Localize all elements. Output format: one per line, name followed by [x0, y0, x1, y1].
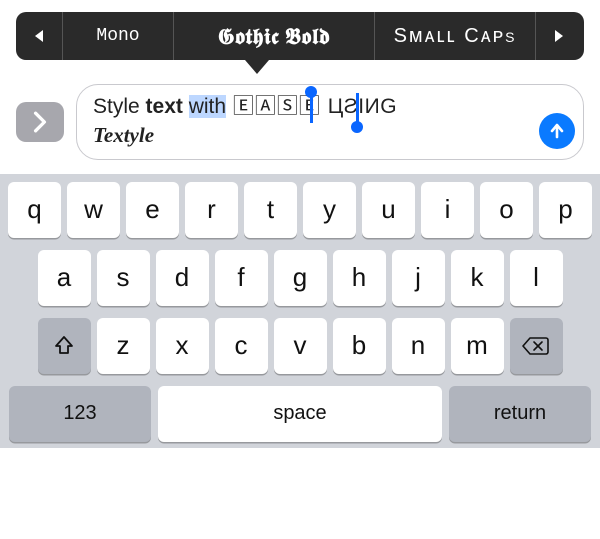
text-segment-brand: Textyle — [93, 123, 154, 147]
backspace-icon — [522, 336, 550, 356]
key-u[interactable]: u — [362, 182, 415, 238]
key-d[interactable]: d — [156, 250, 209, 306]
chevron-right-icon — [32, 111, 48, 133]
text-segment-fancy: ЦƧIИG — [328, 95, 397, 118]
key-shift[interactable] — [38, 318, 91, 374]
key-r[interactable]: r — [185, 182, 238, 238]
selection-caret-right[interactable] — [356, 93, 359, 123]
arrow-up-icon — [548, 122, 566, 140]
compose-input[interactable]: Style text with 🄴🄰🅂🄴 ЦƧIИG Textyle — [76, 84, 584, 160]
apps-button[interactable] — [16, 102, 64, 142]
key-space[interactable]: space — [158, 386, 442, 442]
picker-next-button[interactable] — [536, 12, 582, 60]
picker-prev-button[interactable] — [16, 12, 62, 60]
key-e[interactable]: e — [126, 182, 179, 238]
key-q[interactable]: q — [8, 182, 61, 238]
triangle-right-icon — [552, 28, 566, 44]
triangle-left-icon — [32, 28, 46, 44]
key-numbers[interactable]: 123 — [9, 386, 151, 442]
key-s[interactable]: s — [97, 250, 150, 306]
key-c[interactable]: c — [215, 318, 268, 374]
picker-item-mono[interactable]: Mono — [63, 12, 173, 60]
key-n[interactable]: n — [392, 318, 445, 374]
key-y[interactable]: y — [303, 182, 356, 238]
key-x[interactable]: x — [156, 318, 209, 374]
picker-tail-icon — [245, 60, 269, 74]
key-i[interactable]: i — [421, 182, 474, 238]
key-backspace[interactable] — [510, 318, 563, 374]
shift-icon — [52, 334, 76, 358]
key-g[interactable]: g — [274, 250, 327, 306]
key-w[interactable]: w — [67, 182, 120, 238]
key-o[interactable]: o — [480, 182, 533, 238]
key-k[interactable]: k — [451, 250, 504, 306]
selection-handle-end[interactable] — [351, 121, 363, 133]
picker-item-gothic-bold[interactable]: 𝕲𝖔𝖙𝖍𝖎𝖈 𝕭𝖔𝖑𝖉 — [174, 12, 374, 60]
text-segment-selected[interactable]: with — [189, 95, 226, 118]
key-p[interactable]: p — [539, 182, 592, 238]
key-v[interactable]: v — [274, 318, 327, 374]
style-picker: Mono 𝕲𝖔𝖙𝖍𝖎𝖈 𝕭𝖔𝖑𝖉 Sᴍᴀʟʟ Cᴀᴘs — [16, 12, 584, 60]
key-h[interactable]: h — [333, 250, 386, 306]
key-t[interactable]: t — [244, 182, 297, 238]
keyboard: q w e r t y u i o p a s d f g h j k l z … — [0, 174, 600, 448]
selection-handle-start[interactable] — [305, 86, 317, 98]
send-button[interactable] — [539, 113, 575, 149]
key-z[interactable]: z — [97, 318, 150, 374]
key-m[interactable]: m — [451, 318, 504, 374]
picker-item-small-caps[interactable]: Sᴍᴀʟʟ Cᴀᴘs — [375, 12, 535, 60]
text-segment-bold: text — [146, 95, 189, 118]
key-return[interactable]: return — [449, 386, 591, 442]
text-segment: Style — [93, 95, 146, 118]
key-a[interactable]: a — [38, 250, 91, 306]
key-l[interactable]: l — [510, 250, 563, 306]
key-b[interactable]: b — [333, 318, 386, 374]
key-f[interactable]: f — [215, 250, 268, 306]
key-j[interactable]: j — [392, 250, 445, 306]
